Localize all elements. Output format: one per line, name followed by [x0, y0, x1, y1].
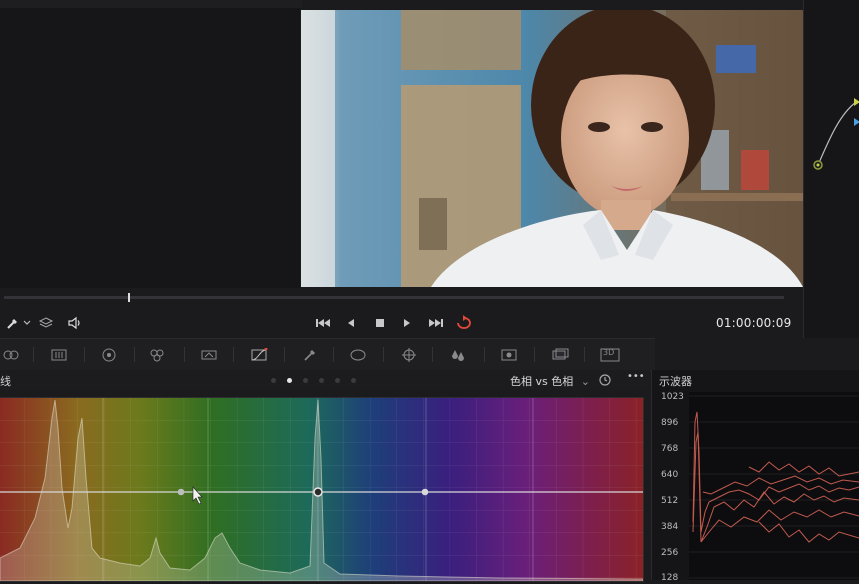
- toolbar-divider: [33, 347, 34, 362]
- motion-icon: [201, 350, 217, 360]
- reset-icon: [599, 374, 611, 386]
- more-options-button[interactable]: •••: [627, 371, 645, 382]
- motion-effects-tool[interactable]: [200, 347, 218, 361]
- node-graph-panel[interactable]: [803, 0, 859, 338]
- toolbar-divider: [534, 347, 535, 362]
- video-viewer[interactable]: [301, 10, 803, 287]
- page-dot[interactable]: [271, 378, 276, 383]
- key-icon: [501, 349, 517, 361]
- color-wheel-tool[interactable]: [100, 347, 118, 362]
- layers-button[interactable]: [38, 315, 54, 331]
- 3d-badge-label: 3D: [603, 348, 615, 357]
- toolbar-divider: [284, 347, 285, 362]
- page-dot[interactable]: [351, 378, 356, 383]
- scope-y-label: 256: [661, 548, 679, 558]
- scope-y-label: 512: [661, 496, 679, 506]
- qualifier-tool[interactable]: [301, 347, 319, 361]
- sizing-tool[interactable]: [551, 347, 569, 361]
- tracker-crosshair-icon: [402, 348, 416, 362]
- waveform-graph: [689, 392, 859, 580]
- toolbar-divider: [184, 347, 185, 362]
- rgb-mixer-icon: [150, 349, 164, 362]
- audio-button[interactable]: [66, 315, 84, 331]
- curves-panel-title: 线: [0, 375, 11, 388]
- curves-icon: [251, 347, 268, 361]
- play-icon: [404, 319, 410, 327]
- loop-button[interactable]: [454, 314, 474, 332]
- reset-button[interactable]: [597, 372, 613, 386]
- blur-tool[interactable]: [449, 347, 467, 361]
- page-dot[interactable]: [303, 378, 308, 383]
- toolbar-divider: [333, 347, 334, 362]
- scope-y-label: 384: [661, 522, 679, 532]
- scope-y-label: 1023: [661, 392, 684, 402]
- top-strip: [0, 0, 302, 8]
- timecode-display: 01:00:00:09: [716, 316, 792, 330]
- playhead[interactable]: [128, 293, 130, 302]
- scope-y-label: 768: [661, 444, 679, 454]
- node-connection: [813, 98, 859, 170]
- eyedropper-menu[interactable]: [22, 316, 32, 330]
- curves-tool[interactable]: [250, 347, 268, 361]
- speaker-icon: [68, 316, 80, 330]
- toolbar-divider: [584, 347, 585, 362]
- toolbar-divider: [134, 347, 135, 362]
- prev-frame-button[interactable]: [343, 315, 359, 331]
- key-tool[interactable]: [500, 347, 518, 361]
- loop-icon: [457, 315, 471, 329]
- video-frame: [301, 10, 803, 287]
- stop-icon: [376, 319, 384, 327]
- skip-forward-button[interactable]: [426, 315, 446, 331]
- skip-back-icon: [316, 319, 330, 327]
- waveform-canvas: [689, 392, 859, 580]
- prev-frame-icon: [348, 319, 354, 327]
- rgb-mixer-tool[interactable]: [148, 347, 166, 362]
- play-button[interactable]: [399, 315, 415, 331]
- window-tool[interactable]: [349, 347, 367, 361]
- target-wheel-icon: [102, 348, 116, 362]
- blur-drops-icon: [452, 350, 464, 361]
- toolbar-divider: [84, 347, 85, 362]
- toolbar-divider: [484, 347, 485, 362]
- window-circle-icon: [350, 349, 366, 361]
- qualifier-eyedropper-icon: [304, 350, 315, 361]
- eyedropper-tool[interactable]: [5, 315, 21, 331]
- page-dot[interactable]: [319, 378, 324, 383]
- eyedropper-icon: [7, 319, 17, 329]
- bars-icon: [51, 349, 67, 361]
- chevron-down-icon: ⌄: [580, 375, 590, 388]
- page-dot[interactable]: [335, 378, 340, 383]
- 3d-tool[interactable]: 3D: [600, 347, 620, 362]
- tracker-tool[interactable]: [400, 347, 418, 362]
- toolbar-divider: [233, 347, 234, 362]
- camera-raw-icon: [3, 350, 19, 360]
- chevron-down-icon: [23, 320, 31, 325]
- scope-y-label: 896: [661, 418, 679, 428]
- curve-mode-dropdown[interactable]: 色相 vs 色相 ⌄: [510, 373, 590, 389]
- sizing-icon: [552, 348, 569, 360]
- scope-y-label: 128: [661, 573, 679, 583]
- toolbar-divider: [383, 347, 384, 362]
- skip-forward-icon: [429, 319, 443, 327]
- stop-button[interactable]: [372, 315, 388, 331]
- color-wheels-tool[interactable]: [2, 347, 20, 361]
- timeline-scrubber[interactable]: [4, 296, 784, 299]
- primaries-bars-tool[interactable]: [50, 347, 68, 361]
- skip-back-button[interactable]: [313, 315, 333, 331]
- toolbar-divider: [432, 347, 433, 362]
- layers-icon: [38, 317, 54, 328]
- viewer-side-panel: [0, 0, 300, 288]
- hue-vs-hue-curve-graph[interactable]: [0, 397, 644, 582]
- curve-mode-label: 色相 vs 色相: [510, 375, 574, 388]
- color-tools-toolbar: 3D: [0, 338, 655, 371]
- page-dot-active[interactable]: [287, 378, 292, 383]
- scope-title: 示波器: [659, 375, 692, 388]
- scope-y-label: 640: [661, 470, 679, 480]
- curve-canvas: [0, 398, 643, 581]
